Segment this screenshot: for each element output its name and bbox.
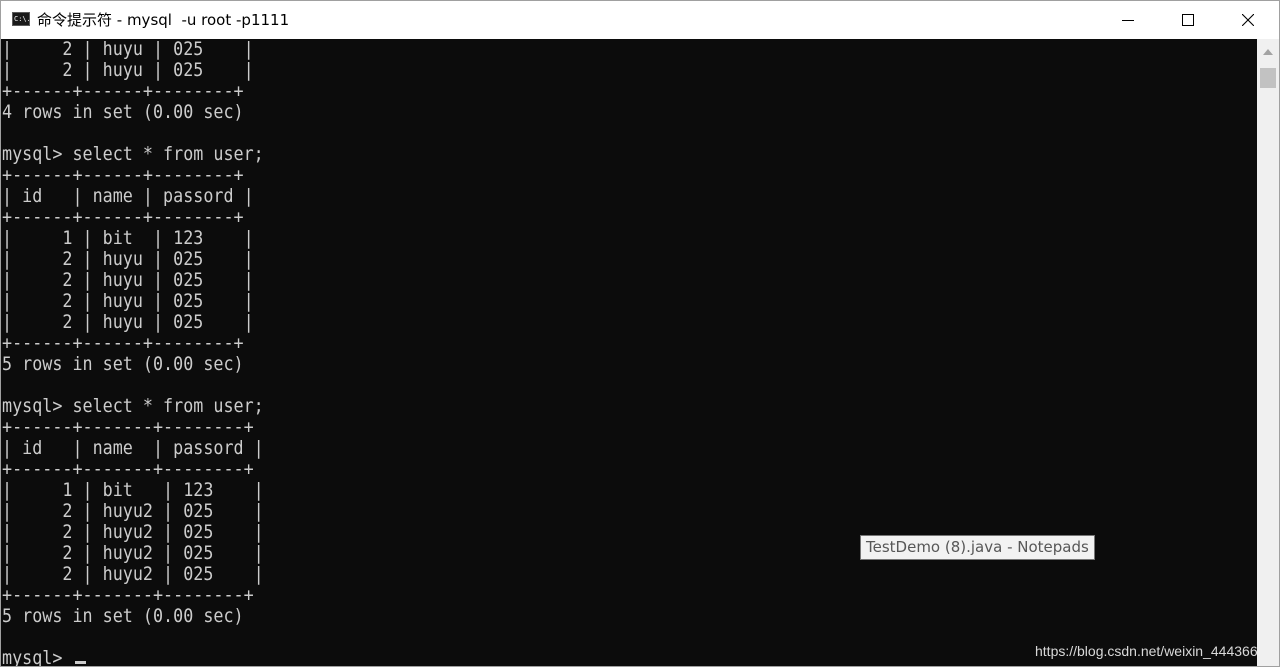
console-line: +------+------+--------+ (2, 80, 244, 102)
console-line: mysql> select * from user; (2, 143, 264, 165)
console-line: +------+------+--------+ (2, 164, 244, 186)
close-icon (1242, 14, 1254, 26)
console-line: | 2 | huyu | 025 | (2, 290, 254, 312)
console-line: | 1 | bit | 123 | (2, 479, 264, 501)
console-line: | 2 | huyu | 025 | (2, 269, 254, 291)
console-line: | 2 | huyu | 025 | (2, 311, 254, 333)
maximize-button[interactable] (1158, 1, 1218, 39)
taskbar-tooltip: TestDemo (8).java - Notepads (860, 535, 1095, 560)
vertical-scrollbar[interactable] (1257, 39, 1279, 666)
command-prompt-line[interactable]: mysql> (2, 648, 72, 667)
text-cursor (75, 661, 86, 664)
console-line: | 2 | huyu | 025 | (2, 59, 254, 81)
scroll-up-arrow-icon[interactable] (1263, 49, 1273, 55)
title-bar[interactable]: C:\. 命令提示符 - mysql -u root -p1111 (1, 1, 1279, 39)
window-title: 命令提示符 - mysql -u root -p1111 (37, 11, 290, 29)
maximize-icon (1182, 14, 1194, 26)
console-line: | id | name | passord | (2, 185, 254, 207)
console-output[interactable]: | 2 | huyu | 025 | | 2 | huyu | 025 | +-… (1, 39, 1257, 667)
console-line: 4 rows in set (0.00 sec) (2, 101, 244, 123)
console-line: | 2 | huyu | 025 | (2, 248, 254, 270)
close-button[interactable] (1218, 1, 1278, 39)
console-line: +------+-------+--------+ (2, 458, 254, 480)
console-line: +------+-------+--------+ (2, 584, 254, 606)
cmd-icon: C:\. (12, 12, 30, 26)
watermark-text: https://blog.csdn.net/weixin_444366 (1035, 643, 1258, 659)
minimize-icon (1122, 20, 1134, 21)
console-line: | 2 | huyu2 | 025 | (2, 500, 264, 522)
command-prompt-window: C:\. 命令提示符 - mysql -u root -p1111 | 2 | … (0, 0, 1280, 667)
minimize-button[interactable] (1098, 1, 1158, 39)
console-line: | id | name | passord | (2, 437, 264, 459)
console-line: +------+-------+--------+ (2, 416, 254, 438)
console-line: | 2 | huyu2 | 025 | (2, 563, 264, 585)
console-line: +------+------+--------+ (2, 206, 244, 228)
console-line: 5 rows in set (0.00 sec) (2, 353, 244, 375)
console-line: | 1 | bit | 123 | (2, 227, 254, 249)
console-line: +------+------+--------+ (2, 332, 244, 354)
console-line: mysql> select * from user; (2, 395, 264, 417)
console-line: | 2 | huyu2 | 025 | (2, 542, 264, 564)
console-line: | 2 | huyu2 | 025 | (2, 521, 264, 543)
scrollbar-thumb[interactable] (1260, 68, 1276, 88)
console-line: 5 rows in set (0.00 sec) (2, 605, 244, 627)
console-line: | 2 | huyu | 025 | (2, 39, 254, 60)
